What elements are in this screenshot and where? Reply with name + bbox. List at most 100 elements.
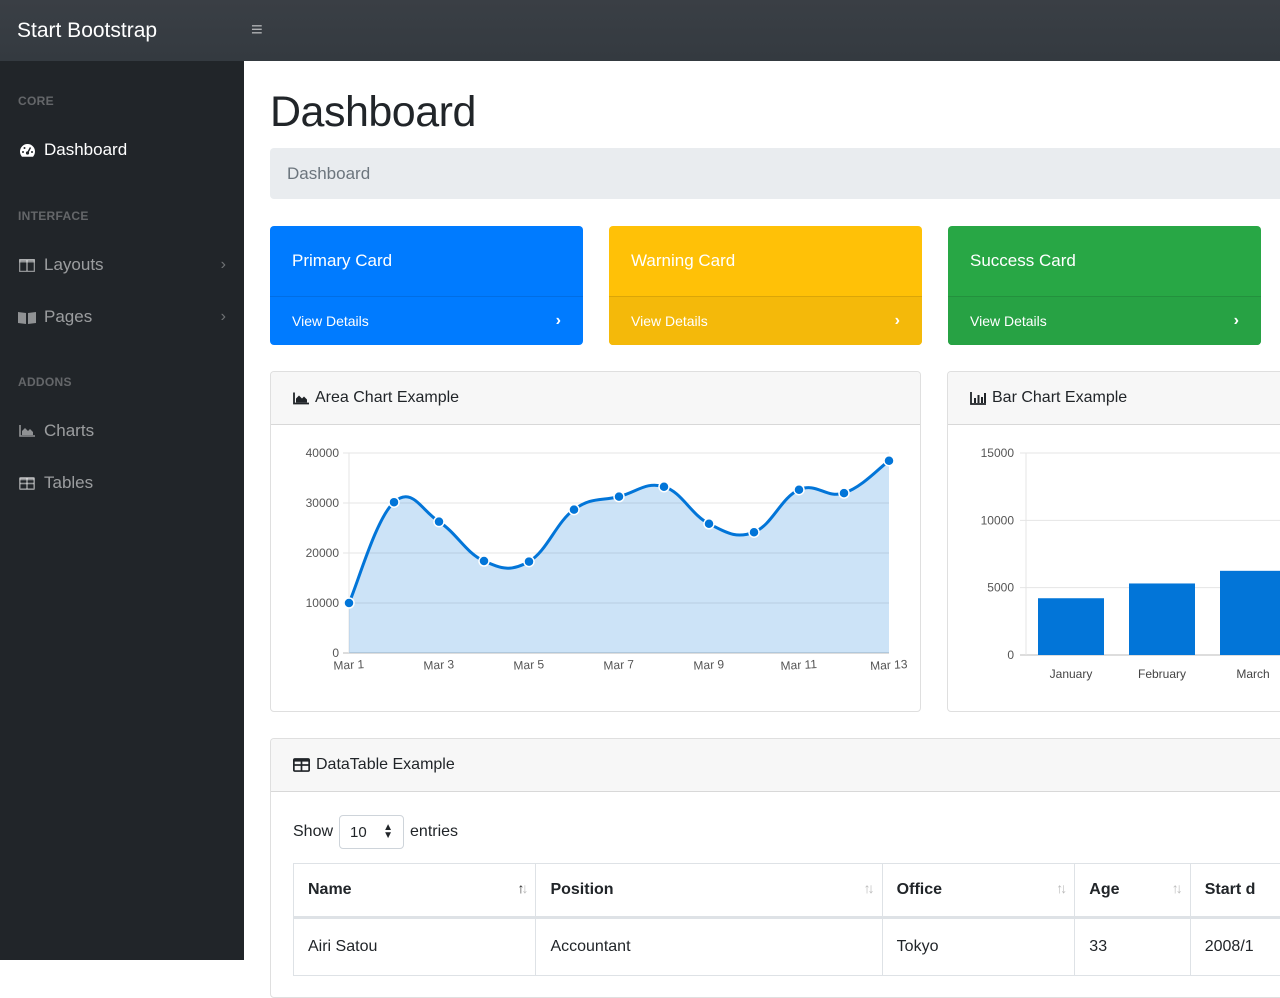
sort-icon: ↑↓	[864, 880, 872, 896]
chevron-right-icon: ›	[556, 312, 561, 330]
datatable-card: DataTable Example Show 10 ▲▼ entries Nam…	[270, 738, 1280, 998]
primary-card: Primary Card View Details ›	[270, 226, 583, 345]
view-details-label: View Details	[970, 313, 1047, 329]
warning-card-view-details-link[interactable]: View Details ›	[609, 296, 922, 345]
select-updown-icon: ▲▼	[383, 824, 393, 840]
show-label: Show	[293, 823, 333, 841]
data-point	[569, 505, 579, 515]
x-tick-label: Mar 1	[333, 657, 365, 673]
chevron-right-icon: ›	[895, 312, 900, 330]
cell-office: Tokyo	[882, 918, 1075, 976]
primary-card-view-details-link[interactable]: View Details ›	[270, 296, 583, 345]
sort-icon: ↑↓	[1056, 880, 1064, 896]
sidebar-item-pages[interactable]: Pages ›	[0, 299, 244, 335]
chevron-right-icon: ›	[221, 256, 226, 274]
y-tick-label: 5000	[987, 581, 1014, 595]
data-point	[839, 488, 849, 498]
view-details-label: View Details	[631, 313, 708, 329]
success-card-view-details-link[interactable]: View Details ›	[948, 296, 1261, 345]
data-point	[704, 519, 714, 529]
bar-chart: 050001000015000JanuaryFebruaryMarch	[948, 425, 1280, 712]
bar	[1220, 571, 1280, 655]
column-header-position[interactable]: Position↑↓	[536, 864, 882, 918]
column-header-name[interactable]: Name ↑↓	[294, 864, 536, 918]
hamburger-icon[interactable]: ≡	[251, 19, 263, 42]
data-point	[524, 557, 534, 567]
breadcrumb-item-dashboard: Dashboard	[287, 164, 370, 184]
sidebar-item-charts[interactable]: Charts	[0, 413, 244, 449]
y-tick-label: 40000	[306, 446, 340, 460]
y-tick-label: 0	[1007, 648, 1014, 662]
y-tick-label: 30000	[306, 496, 340, 510]
x-tick-label: February	[1138, 667, 1186, 681]
table-icon	[293, 758, 310, 772]
table-header-row: Name ↑↓ Position↑↓ Office ↑↓ Age ↑↓ Start d	[294, 864, 1280, 918]
table-icon	[18, 477, 36, 490]
y-tick-label: 20000	[306, 546, 340, 560]
data-point	[344, 598, 354, 608]
cell-age: 33	[1075, 918, 1190, 976]
datatable-title: DataTable Example	[316, 756, 455, 774]
area-chart-card-header: Area Chart Example	[271, 372, 920, 425]
breadcrumb: Dashboard	[270, 148, 1280, 199]
entries-length-control: Show 10 ▲▼ entries	[293, 815, 458, 849]
cell-start-date: 2008/1	[1190, 918, 1280, 976]
x-tick-label: March	[1236, 667, 1269, 681]
y-tick-label: 15000	[981, 446, 1015, 460]
chevron-right-icon: ›	[1234, 312, 1239, 330]
x-tick-label: Mar 11	[780, 657, 817, 673]
column-label: Age	[1089, 881, 1119, 898]
bar	[1129, 583, 1195, 655]
column-header-start-date[interactable]: Start d	[1190, 864, 1280, 918]
sidebar-item-label: Dashboard	[44, 140, 127, 160]
data-point	[659, 482, 669, 492]
sidebar-item-label: Layouts	[44, 255, 104, 275]
sidebar-heading-addons: ADDONS	[0, 375, 72, 389]
data-point	[389, 497, 399, 507]
area-chart-title: Area Chart Example	[315, 389, 459, 407]
chevron-right-icon: ›	[221, 308, 226, 326]
bar-chart-icon	[970, 392, 986, 405]
x-tick-label: Mar 7	[603, 657, 635, 673]
cell-name: Airi Satou	[294, 918, 536, 976]
column-label: Office	[897, 881, 942, 898]
warning-card: Warning Card View Details ›	[609, 226, 922, 345]
sidebar: CORE Dashboard INTERFACE Layouts › Pages…	[0, 61, 244, 960]
entries-select-value: 10	[350, 824, 367, 841]
table-row: Airi Satou Accountant Tokyo 33 2008/1	[294, 918, 1280, 976]
column-header-age[interactable]: Age ↑↓	[1075, 864, 1190, 918]
sort-icon: ↑↓	[1172, 880, 1180, 896]
bar-chart-card: Bar Chart Example 050001000015000January…	[947, 371, 1280, 712]
brand-logo[interactable]: Start Bootstrap	[0, 19, 244, 43]
book-open-icon	[18, 311, 36, 324]
sidebar-heading-core: CORE	[0, 94, 54, 108]
sidebar-item-layouts[interactable]: Layouts ›	[0, 247, 244, 283]
success-card-title: Success Card	[948, 226, 1261, 296]
datatable-card-header: DataTable Example	[271, 739, 1280, 792]
area-chart: 010000200003000040000Mar 1Mar 3Mar 5Mar …	[271, 425, 921, 712]
column-label: Name	[308, 881, 352, 898]
sidebar-item-tables[interactable]: Tables	[0, 465, 244, 501]
bar	[1038, 598, 1104, 655]
data-table: Name ↑↓ Position↑↓ Office ↑↓ Age ↑↓ Start d…	[293, 863, 1280, 976]
sort-icon: ↑↓	[517, 880, 525, 896]
area-chart-card: Area Chart Example 010000200003000040000…	[270, 371, 921, 712]
sidebar-item-label: Charts	[44, 421, 94, 441]
entries-select[interactable]: 10 ▲▼	[339, 815, 404, 849]
bar-chart-title: Bar Chart Example	[992, 389, 1127, 407]
data-point	[434, 517, 444, 527]
column-header-office[interactable]: Office ↑↓	[882, 864, 1075, 918]
area-fill	[349, 461, 889, 653]
x-tick-label: Mar 5	[513, 657, 545, 673]
data-point	[749, 527, 759, 537]
warning-card-title: Warning Card	[609, 226, 922, 296]
view-details-label: View Details	[292, 313, 369, 329]
y-tick-label: 10000	[981, 513, 1015, 527]
column-label: Start d	[1205, 881, 1256, 898]
data-point	[884, 456, 894, 466]
primary-card-title: Primary Card	[270, 226, 583, 296]
sidebar-item-label: Pages	[44, 307, 92, 327]
sidebar-item-dashboard[interactable]: Dashboard	[0, 132, 244, 168]
page-title: Dashboard	[270, 88, 476, 137]
top-navbar: Start Bootstrap ≡	[0, 0, 1280, 61]
